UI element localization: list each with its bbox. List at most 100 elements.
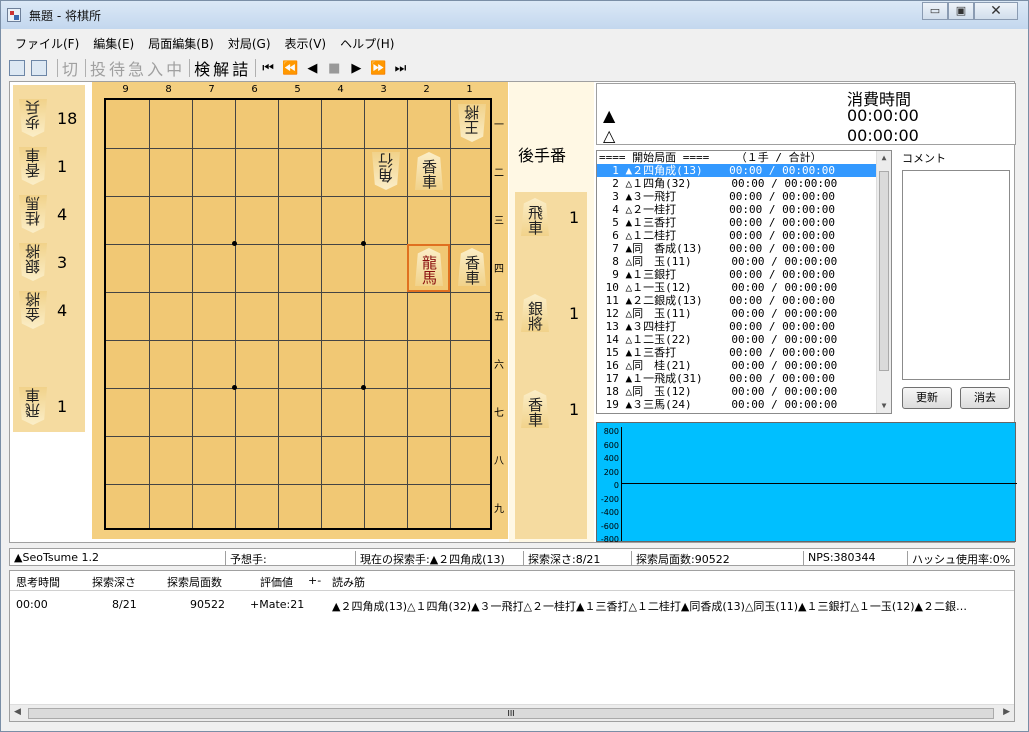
analysis-row[interactable]: 00:00 8/21 90522 +Mate:21 ▲２四角成(13)△１四角(… — [10, 595, 1014, 613]
file-label: 8 — [165, 84, 172, 95]
kifu-list[interactable]: ==== 開始局面 ==== （１手 / 合計） 1 ▲２四角成(13) 00:… — [596, 150, 892, 414]
row-pv: ▲２四角成(13)△１四角(32)▲３一飛打△２一桂打▲１三香打△１二桂打▲同香… — [332, 600, 967, 613]
hand-piece[interactable]: 金將 — [19, 291, 47, 329]
kifu-move-row[interactable]: 16 △同 桂(21) 00:00 / 00:00:00 — [597, 359, 891, 372]
toolbar-separator — [85, 59, 87, 77]
kifu-header[interactable]: ==== 開始局面 ==== （１手 / 合計） — [597, 151, 891, 164]
kifu-move-row[interactable]: 12 △同 玉(11) 00:00 / 00:00:00 — [597, 307, 891, 320]
board-file-line — [364, 100, 365, 528]
forward-one-icon[interactable]: ▶ — [348, 61, 364, 76]
kifu-move-row[interactable]: 4 △２一桂打 00:00 / 00:00:00 — [597, 203, 891, 216]
kifu-move-row[interactable]: 8 △同 玉(11) 00:00 / 00:00:00 — [597, 255, 891, 268]
col-depth[interactable]: 探索深さ — [92, 574, 136, 590]
open-file-icon[interactable] — [9, 60, 25, 76]
menu-position-edit[interactable]: 局面編集(B) — [142, 33, 220, 53]
toolbar-separator — [57, 59, 58, 77]
col-pv[interactable]: 読み筋 — [332, 574, 365, 590]
file-label: 5 — [294, 84, 301, 95]
kifu-move-row[interactable]: 15 ▲１三香打 00:00 / 00:00:00 — [597, 346, 891, 359]
comment-textarea[interactable] — [902, 170, 1010, 380]
comment-update-button[interactable]: 更新 — [902, 387, 952, 409]
kifu-move-row[interactable]: 17 ▲１一飛成(31) 00:00 / 00:00:00 — [597, 372, 891, 385]
toolbar-study-button[interactable]: 検 — [194, 56, 210, 80]
maximize-button[interactable]: ▣ — [948, 2, 974, 20]
hscroll-thumb[interactable]: III — [28, 708, 994, 719]
forward-ten-icon[interactable]: ⏩ — [370, 61, 386, 76]
board-piece[interactable]: 王將 — [458, 104, 486, 142]
kifu-scrollbar[interactable]: ▲ ▼ — [876, 151, 891, 413]
kifu-move-row[interactable]: 14 △１二玉(22) 00:00 / 00:00:00 — [597, 333, 891, 346]
board-piece[interactable]: 龍馬 — [415, 248, 443, 286]
file-label: 2 — [423, 84, 430, 95]
hand-count: 18 — [57, 109, 78, 128]
graph-tick-label: -600 — [600, 521, 619, 531]
kifu-move-row[interactable]: 7 ▲同 香成(13) 00:00 / 00:00:00 — [597, 242, 891, 255]
hand-piece[interactable]: 香車 — [521, 390, 549, 428]
comment-clear-button[interactable]: 消去 — [960, 387, 1010, 409]
stop-icon[interactable]: ■ — [326, 61, 342, 76]
kifu-move-row[interactable]: 3 ▲３一飛打 00:00 / 00:00:00 — [597, 190, 891, 203]
menu-view[interactable]: 表示(V) — [279, 33, 333, 53]
graph-zero-line — [621, 483, 1017, 484]
hand-piece[interactable]: 飛車 — [521, 198, 549, 236]
col-eval[interactable]: 評価値 — [260, 574, 293, 590]
kifu-move-row[interactable]: 10 △１一玉(12) 00:00 / 00:00:00 — [597, 281, 891, 294]
hand-count: 3 — [57, 253, 68, 272]
toolbar-mate-button[interactable]: 詰 — [232, 56, 248, 80]
col-think-time[interactable]: 思考時間 — [16, 574, 60, 590]
scroll-left-icon[interactable]: ◀ — [14, 707, 21, 717]
menu-edit[interactable]: 編集(E) — [87, 33, 140, 53]
graph-tick-label: -200 — [600, 494, 619, 504]
toolbar-wait-button[interactable]: 待 — [109, 56, 125, 80]
kifu-move-row[interactable]: 5 ▲１三香打 00:00 / 00:00:00 — [597, 216, 891, 229]
hand-piece[interactable]: 香車 — [19, 147, 47, 185]
last-move-icon[interactable]: ⏭ — [393, 61, 409, 76]
scroll-up-icon[interactable]: ▲ — [877, 151, 891, 165]
first-move-icon[interactable]: ⏮ — [260, 61, 276, 76]
hand-piece[interactable]: 銀將 — [521, 294, 549, 332]
toolbar-cut-button[interactable]: 切 — [62, 56, 78, 80]
board-file-line — [149, 100, 150, 528]
board-piece[interactable]: 角行 — [372, 152, 400, 190]
kifu-move-row[interactable]: 11 ▲２二銀成(13) 00:00 / 00:00:00 — [597, 294, 891, 307]
hand-piece[interactable]: 飛車 — [19, 387, 47, 425]
scroll-right-icon[interactable]: ▶ — [1003, 707, 1010, 717]
save-file-icon[interactable] — [31, 60, 47, 76]
kifu-move-row[interactable]: 1 ▲２四角成(13) 00:00 / 00:00:00 — [597, 164, 891, 177]
toolbar-stop-button[interactable]: 中 — [166, 56, 182, 80]
scroll-down-icon[interactable]: ▼ — [877, 399, 891, 413]
hand-piece[interactable]: 歩兵 — [19, 99, 47, 137]
menu-game[interactable]: 対局(G) — [222, 33, 277, 53]
kifu-move-row[interactable]: 18 △同 玉(12) 00:00 / 00:00:00 — [597, 385, 891, 398]
title-bar[interactable]: 無題 - 将棋所 ▭ ▣ ✕ — [1, 1, 1028, 29]
col-plusminus[interactable]: +- — [308, 574, 321, 587]
kifu-move-row[interactable]: 9 ▲１三銀打 00:00 / 00:00:00 — [597, 268, 891, 281]
board-piece[interactable]: 香車 — [458, 248, 486, 286]
file-label: 4 — [337, 84, 344, 95]
kifu-move-row[interactable]: 6 △１二桂打 00:00 / 00:00:00 — [597, 229, 891, 242]
toolbar-analyze-button[interactable]: 解 — [213, 56, 229, 80]
back-ten-icon[interactable]: ⏪ — [282, 61, 298, 76]
analysis-hscrollbar[interactable]: ◀ III ▶ — [10, 704, 1014, 721]
toolbar-hurry-button[interactable]: 急 — [128, 56, 144, 80]
hand-piece[interactable]: 銀將 — [19, 243, 47, 281]
kifu-move-row[interactable]: 19 ▲３三馬(24) 00:00 / 00:00:00 — [597, 398, 891, 411]
back-one-icon[interactable]: ◀ — [304, 61, 320, 76]
close-button[interactable]: ✕ — [974, 2, 1018, 20]
hand-piece[interactable]: 桂馬 — [19, 195, 47, 233]
kifu-move-row[interactable]: 2 △１四角(32) 00:00 / 00:00:00 — [597, 177, 891, 190]
menu-file[interactable]: ファイル(F) — [9, 33, 85, 53]
board-file-line — [450, 100, 451, 528]
board-grid[interactable]: 王將 角行 香車 龍馬 香車 — [104, 98, 492, 530]
col-nodes[interactable]: 探索局面数 — [167, 574, 222, 590]
minimize-button[interactable]: ▭ — [922, 2, 948, 20]
kifu-move-row[interactable]: 13 ▲３四桂打 00:00 / 00:00:00 — [597, 320, 891, 333]
toolbar-separator — [189, 59, 191, 77]
evaluation-graph: 800 600 400 200 0 -200 -400 -600 -800 — [596, 422, 1017, 544]
toolbar-enter-button[interactable]: 入 — [147, 56, 163, 80]
toolbar-resign-button[interactable]: 投 — [90, 56, 106, 80]
scroll-thumb[interactable] — [879, 171, 889, 371]
board-file-line — [407, 100, 408, 528]
menu-help[interactable]: ヘルプ(H) — [334, 33, 400, 53]
board-piece[interactable]: 香車 — [415, 152, 443, 190]
